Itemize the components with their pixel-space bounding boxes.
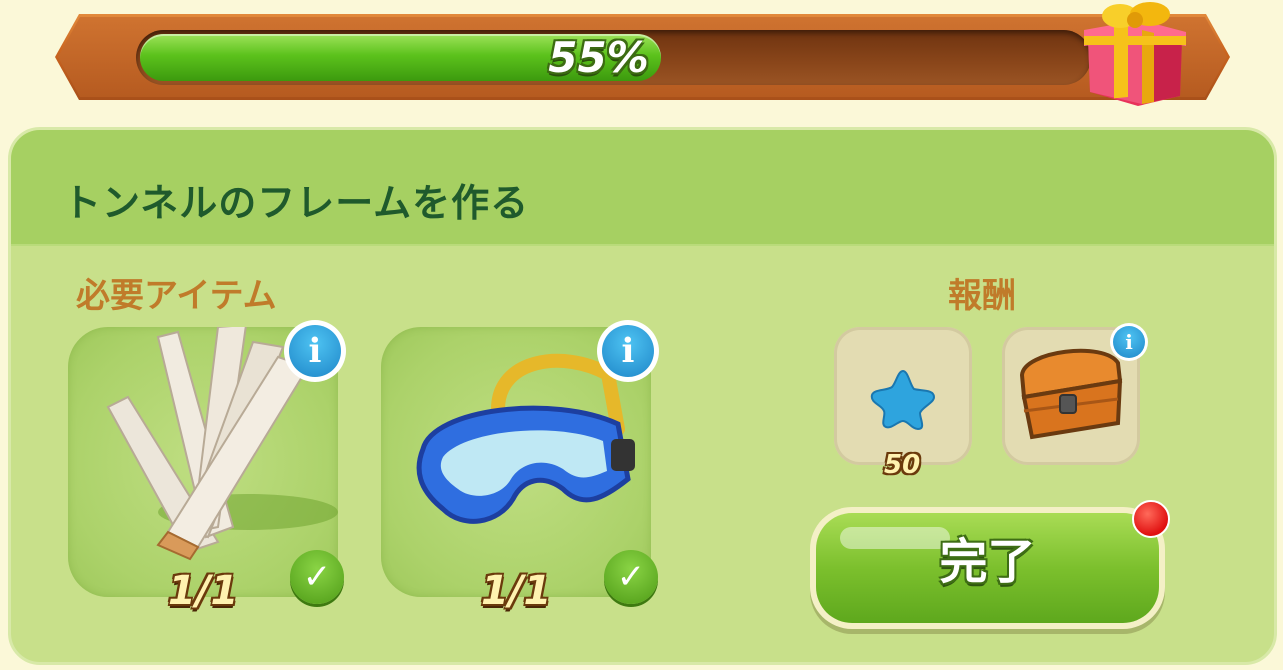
checkmark-icon: ✓ [290,550,344,604]
treasure-chest-icon [1019,348,1123,440]
quest-title: トンネルのフレームを作る [63,181,530,225]
progress-percent-label: 55% [548,33,649,82]
info-icon[interactable]: i [284,320,346,382]
required-item-count: 1/1 [168,568,239,614]
required-item-slot-goggles[interactable]: i [381,320,659,597]
notification-dot-icon [1132,500,1170,538]
reward-slot-chest[interactable]: i [1002,323,1148,465]
reward-value: 50 [884,450,921,480]
required-item-count: 1/1 [481,568,552,614]
complete-button[interactable]: 完了 [810,507,1165,629]
info-icon[interactable]: i [597,320,659,382]
info-icon[interactable]: i [1110,323,1148,361]
blue-star-icon [870,369,936,431]
quest-header: トンネルのフレームを作る [11,130,1274,246]
checkmark-icon: ✓ [604,550,658,604]
required-items-label: 必要アイテム [76,276,277,316]
reward-slot-star[interactable] [834,327,972,465]
gift-box-icon[interactable] [1080,0,1190,108]
complete-button-label: 完了 [939,534,1036,590]
rewards-label: 報酬 [948,276,1016,316]
